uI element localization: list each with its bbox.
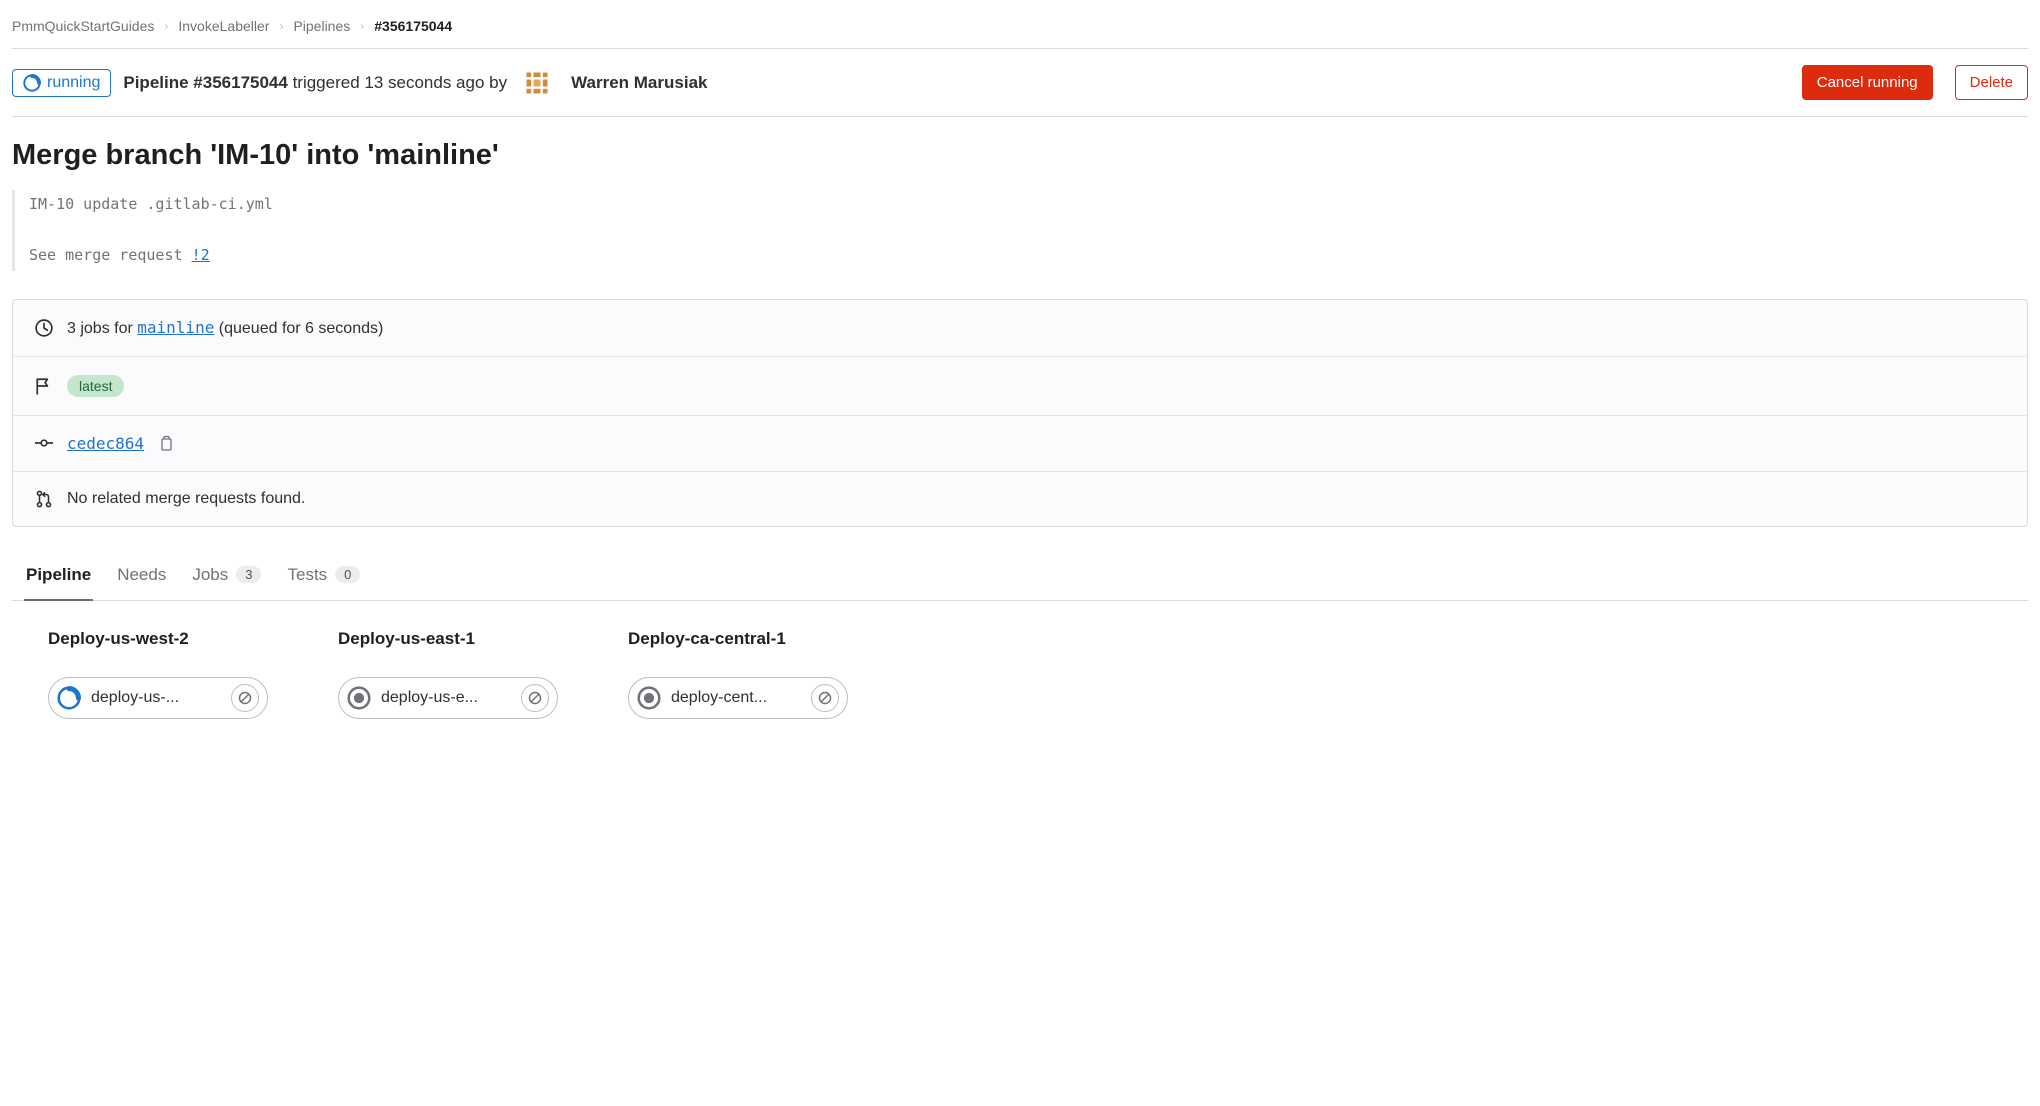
breadcrumb-item[interactable]: PmmQuickStartGuides <box>12 18 154 34</box>
job-pill[interactable]: deploy-us-e... <box>338 677 558 719</box>
jobs-count-badge: 3 <box>236 566 261 583</box>
breadcrumb-separator: › <box>279 19 283 33</box>
pending-icon <box>347 686 371 710</box>
stage-column: Deploy-ca-central-1 deploy-cent... <box>628 629 848 719</box>
commit-sha-link[interactable]: cedec864 <box>67 434 144 453</box>
pipeline-stages: Deploy-us-west-2 deploy-us-... Deploy-us… <box>12 601 2028 747</box>
breadcrumb-separator: › <box>164 19 168 33</box>
author-name[interactable]: Warren Marusiak <box>571 73 707 93</box>
status-label: running <box>47 74 100 92</box>
stage-column: Deploy-us-west-2 deploy-us-... <box>48 629 268 719</box>
breadcrumb-item[interactable]: InvokeLabeller <box>178 18 269 34</box>
running-icon <box>57 686 81 710</box>
merge-request-icon <box>35 490 53 508</box>
pipeline-info-well: 3 jobs for mainline (queued for 6 second… <box>12 299 2028 527</box>
pipeline-title: Pipeline #356175044 triggered 13 seconds… <box>123 73 507 93</box>
merge-request-link[interactable]: !2 <box>192 246 210 264</box>
jobs-summary: 3 jobs for mainline (queued for 6 second… <box>67 318 383 338</box>
commit-description: IM-10 update .gitlab-ci.yml See merge re… <box>12 190 2028 271</box>
running-icon <box>23 74 41 92</box>
stage-column: Deploy-us-east-1 deploy-us-e... <box>338 629 558 719</box>
tab-tests[interactable]: Tests 0 <box>285 551 362 601</box>
pipeline-header: running Pipeline #356175044 triggered 13… <box>12 49 2028 117</box>
job-pill[interactable]: deploy-us-... <box>48 677 268 719</box>
cancel-running-button[interactable]: Cancel running <box>1802 65 1933 100</box>
delete-button[interactable]: Delete <box>1955 65 2028 100</box>
job-name: deploy-cent... <box>671 689 801 707</box>
avatar[interactable] <box>523 69 551 97</box>
flag-icon <box>35 377 53 395</box>
commit-icon <box>35 434 53 452</box>
breadcrumb-separator: › <box>360 19 364 33</box>
stage-name: Deploy-ca-central-1 <box>628 629 848 649</box>
job-name: deploy-us-e... <box>381 689 511 707</box>
jobs-info-row: 3 jobs for mainline (queued for 6 second… <box>13 300 2027 357</box>
commit-body-line: See merge request !2 <box>29 243 2028 269</box>
tabs: Pipeline Needs Jobs 3 Tests 0 <box>12 551 2028 601</box>
breadcrumb: PmmQuickStartGuides › InvokeLabeller › P… <box>12 12 2028 49</box>
commit-title: Merge branch 'IM-10' into 'mainline' <box>12 139 2028 172</box>
cancel-job-icon[interactable] <box>521 684 549 712</box>
job-pill[interactable]: deploy-cent... <box>628 677 848 719</box>
commit-body-line: IM-10 update .gitlab-ci.yml <box>29 192 2028 218</box>
commit-row: cedec864 <box>13 416 2027 472</box>
clock-icon <box>35 319 53 337</box>
pending-icon <box>637 686 661 710</box>
copy-icon[interactable] <box>158 435 174 451</box>
tags-row: latest <box>13 357 2027 416</box>
breadcrumb-current: #356175044 <box>374 18 452 34</box>
status-badge[interactable]: running <box>12 69 111 97</box>
latest-badge: latest <box>67 375 124 397</box>
merge-requests-row: No related merge requests found. <box>13 472 2027 526</box>
stage-name: Deploy-us-west-2 <box>48 629 268 649</box>
tab-pipeline[interactable]: Pipeline <box>24 551 93 601</box>
tab-jobs[interactable]: Jobs 3 <box>190 551 263 601</box>
tests-count-badge: 0 <box>335 566 360 583</box>
cancel-job-icon[interactable] <box>231 684 259 712</box>
job-name: deploy-us-... <box>91 689 221 707</box>
merge-requests-text: No related merge requests found. <box>67 490 305 508</box>
cancel-job-icon[interactable] <box>811 684 839 712</box>
breadcrumb-item[interactable]: Pipelines <box>293 18 350 34</box>
stage-name: Deploy-us-east-1 <box>338 629 558 649</box>
tab-needs[interactable]: Needs <box>115 551 168 601</box>
branch-link[interactable]: mainline <box>137 318 214 337</box>
